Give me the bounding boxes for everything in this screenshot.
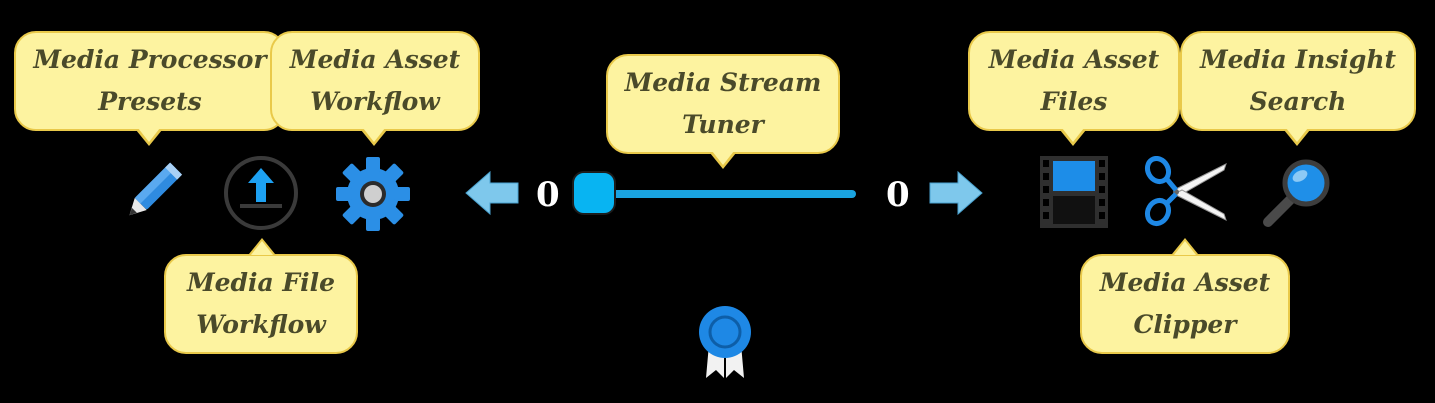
callout-label: Media Asset Clipper [1099, 268, 1271, 339]
arrow-left-icon[interactable] [462, 168, 522, 218]
film-strip-icon[interactable] [1038, 154, 1110, 230]
scissors-icon[interactable] [1144, 156, 1228, 228]
upload-icon[interactable] [222, 156, 300, 230]
callout-label: Media Asset Files [988, 45, 1160, 116]
callout-media-file-workflow: Media File Workflow [164, 254, 358, 354]
stream-tuner-left-value: 0 [536, 175, 560, 215]
callout-label: Media Asset Workflow [289, 45, 461, 116]
pencil-icon[interactable] [116, 160, 186, 226]
callout-media-asset-workflow: Media Asset Workflow [270, 31, 480, 131]
callout-label: Media Insight Search [1199, 45, 1397, 116]
callout-media-stream-tuner: Media Stream Tuner [606, 54, 840, 154]
stream-tuner-track[interactable] [598, 190, 856, 198]
callout-label: Media File Workflow [186, 268, 336, 339]
magnifier-icon[interactable] [1258, 156, 1338, 232]
callout-media-asset-clipper: Media Asset Clipper [1080, 254, 1290, 354]
media-toolbar: Media Processor Presets Media Asset Work… [0, 0, 1435, 403]
callout-media-processor-presets: Media Processor Presets [14, 31, 286, 131]
stream-tuner-right-value: 0 [886, 175, 910, 215]
arrow-right-icon[interactable] [926, 168, 986, 218]
award-ribbon-icon [694, 302, 756, 382]
callout-label: Media Processor Presets [33, 45, 267, 116]
callout-media-asset-files: Media Asset Files [968, 31, 1180, 131]
gear-icon[interactable] [334, 155, 412, 233]
callout-media-insight-search: Media Insight Search [1180, 31, 1416, 131]
callout-label: Media Stream Tuner [624, 68, 822, 139]
stream-tuner-thumb[interactable] [572, 171, 616, 215]
